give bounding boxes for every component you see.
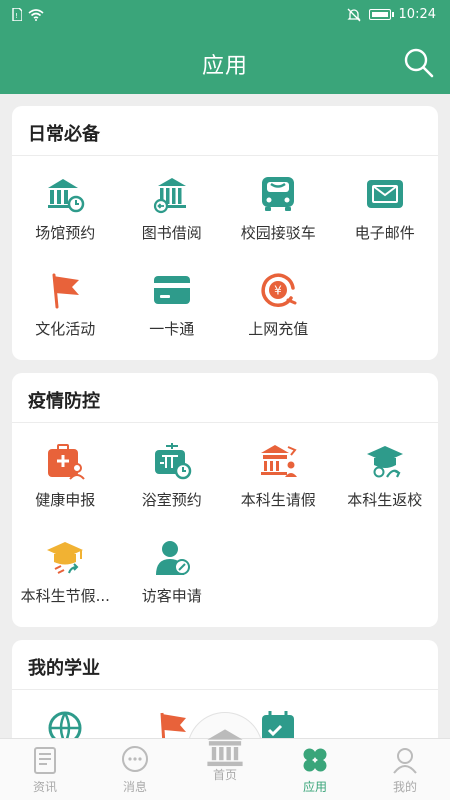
globe-icon — [48, 711, 82, 738]
app-label: 本科生节假... — [20, 587, 110, 605]
app-undergrad-leave[interactable]: 本科生请假 — [225, 441, 332, 537]
app-undergrad-return[interactable]: 本科生返校 — [332, 441, 439, 537]
flag-icon — [160, 712, 186, 738]
library-borrow-icon — [153, 178, 186, 214]
app-partial-globe[interactable] — [12, 708, 119, 738]
status-bar: ! 10:24 — [0, 0, 450, 32]
return-school-icon — [366, 446, 403, 478]
health-report-icon — [48, 444, 86, 480]
app-cultural-activity[interactable]: 文化活动 — [12, 270, 119, 360]
status-time: 10:24 — [398, 7, 436, 22]
app-label: 场馆预约 — [35, 224, 96, 242]
app-bathroom-booking[interactable]: 浴室预约 — [119, 441, 226, 537]
app-library-borrow[interactable]: 图书借阅 — [119, 174, 226, 270]
app-label: 图书借阅 — [141, 224, 202, 242]
app-undergrad-holiday[interactable]: 本科生节假... — [12, 537, 119, 627]
app-visitor-request[interactable]: 访客申请 — [119, 537, 226, 627]
sim-icon: ! — [12, 8, 22, 21]
app-label: 上网充值 — [248, 320, 309, 338]
flag-icon — [52, 273, 80, 309]
app-label: 浴室预约 — [141, 491, 202, 509]
content: 日常必备 场馆预约 图书借阅 校园接驳车 电子邮件 文化活动 一卡通 ¥ 上网充… — [0, 94, 450, 738]
tab-messages[interactable]: 消息 — [90, 739, 180, 800]
news-icon — [34, 747, 56, 774]
tab-label: 首页 — [212, 768, 237, 782]
app-label: 一卡通 — [149, 320, 195, 338]
app-label: 访客申请 — [141, 587, 202, 605]
section-title: 疫情防控 — [12, 373, 438, 423]
leave-request-icon — [261, 445, 298, 477]
holiday-icon — [47, 542, 84, 574]
tab-news[interactable]: 资讯 — [0, 739, 90, 800]
app-label: 本科生返校 — [347, 491, 423, 509]
recharge-icon: ¥ — [261, 273, 297, 307]
tab-label: 应用 — [302, 780, 327, 794]
page-title: 应用 — [201, 54, 248, 79]
visitor-icon — [155, 541, 190, 575]
app-stadium-booking[interactable]: 场馆预约 — [12, 174, 119, 270]
home-building-icon — [207, 729, 243, 767]
app-shuttle-bus[interactable]: 校园接驳车 — [225, 174, 332, 270]
email-icon — [366, 180, 403, 208]
section-daily-essentials: 日常必备 场馆预约 图书借阅 校园接驳车 电子邮件 文化活动 一卡通 ¥ 上网充… — [12, 106, 438, 360]
tab-profile[interactable]: 我的 — [360, 739, 450, 800]
section-epidemic-control: 疫情防控 健康申报 浴室预约 本科生请假 本科生返校 本科生节假... 访客申请 — [12, 373, 438, 627]
shuttle-bus-icon — [262, 177, 295, 211]
tab-label: 我的 — [392, 780, 417, 794]
calendar-icon — [262, 711, 295, 738]
app-label: 健康申报 — [35, 491, 96, 509]
section-title: 日常必备 — [12, 106, 438, 156]
bottom-tab-bar: 资讯 消息 首页 应用 我的 — [0, 729, 450, 800]
tab-label: 资讯 — [32, 780, 57, 794]
profile-icon — [393, 748, 417, 774]
bathroom-booking-icon — [154, 443, 191, 480]
app-label: 校园接驳车 — [240, 224, 316, 242]
app-health-report[interactable]: 健康申报 — [12, 441, 119, 537]
app-label: 文化活动 — [35, 320, 96, 338]
message-icon — [122, 746, 148, 772]
app-bar: 应用 — [0, 32, 450, 94]
app-internet-recharge[interactable]: ¥ 上网充值 — [225, 270, 332, 360]
app-label: 电子邮件 — [354, 224, 415, 242]
tab-label: 消息 — [122, 780, 147, 794]
section-title: 我的学业 — [12, 640, 438, 690]
tab-home[interactable]: 首页 — [180, 729, 270, 800]
app-label: 本科生请假 — [240, 491, 316, 509]
mute-bell-icon — [346, 8, 361, 21]
battery-icon — [368, 9, 394, 20]
wifi-icon — [28, 8, 44, 21]
app-email[interactable]: 电子邮件 — [332, 174, 439, 270]
svg-text:¥: ¥ — [274, 284, 282, 298]
stadium-booking-icon — [48, 179, 85, 213]
tab-apps[interactable]: 应用 — [270, 739, 360, 800]
search-icon[interactable] — [402, 46, 436, 80]
svg-text:!: ! — [15, 12, 18, 20]
app-campus-card[interactable]: 一卡通 — [119, 270, 226, 360]
clover-icon — [303, 748, 327, 772]
card-icon — [153, 276, 190, 304]
